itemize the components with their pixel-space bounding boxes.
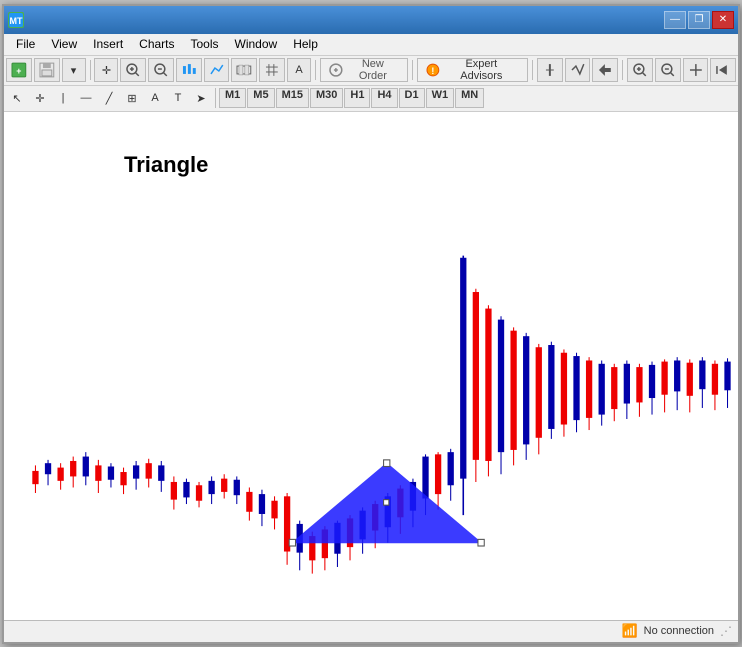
separator-1 bbox=[90, 60, 91, 80]
resize-handle: ⋰ bbox=[720, 624, 732, 638]
timeframe-m15[interactable]: M15 bbox=[276, 88, 309, 108]
trend-line-tool[interactable]: ╱ bbox=[98, 87, 120, 109]
new-order-label: New Order bbox=[347, 58, 399, 82]
auto-scroll-button[interactable]: A bbox=[287, 58, 311, 82]
chart-area[interactable]: Triangle bbox=[4, 112, 738, 620]
text-tool[interactable]: A bbox=[144, 87, 166, 109]
crosshair-button[interactable]: ✛ bbox=[94, 58, 118, 82]
minimize-button[interactable]: — bbox=[664, 11, 686, 29]
toolbar-main: + ▾ ✛ A New Order bbox=[4, 56, 738, 86]
arrow-tool[interactable]: ➤ bbox=[190, 87, 212, 109]
select-tool[interactable]: ↖ bbox=[6, 87, 28, 109]
toolbar-drawing: ↖ ✛ | — ╱ ⊞ A T ➤ M1 M5 M15 M30 H1 H4 D1… bbox=[4, 86, 738, 112]
vertical-line-tool[interactable]: | bbox=[52, 87, 74, 109]
tick-button[interactable] bbox=[565, 58, 591, 82]
scroll-end-button[interactable] bbox=[710, 58, 736, 82]
history-button[interactable] bbox=[683, 58, 709, 82]
grid-button[interactable] bbox=[259, 58, 285, 82]
separator-3 bbox=[412, 60, 413, 80]
zoom-in-button[interactable] bbox=[120, 58, 146, 82]
connection-status: No connection bbox=[644, 625, 714, 637]
chart-svg bbox=[4, 112, 738, 620]
magnify-minus-button[interactable] bbox=[655, 58, 681, 82]
menu-insert[interactable]: Insert bbox=[85, 35, 131, 53]
horizontal-line-tool[interactable]: — bbox=[75, 87, 97, 109]
timeframe-m5[interactable]: M5 bbox=[247, 88, 274, 108]
zoom-out-button[interactable] bbox=[148, 58, 174, 82]
separator-draw bbox=[215, 88, 216, 108]
save-button[interactable] bbox=[34, 58, 60, 82]
arrow-left-button[interactable] bbox=[592, 58, 618, 82]
expert-advisors-button[interactable]: ! Expert Advisors bbox=[417, 58, 528, 82]
timeframe-m1[interactable]: M1 bbox=[219, 88, 246, 108]
svg-text:MT: MT bbox=[10, 16, 23, 26]
menu-file[interactable]: File bbox=[8, 35, 43, 53]
timeframe-d1[interactable]: D1 bbox=[399, 88, 425, 108]
line-chart-button[interactable] bbox=[204, 58, 230, 82]
status-bar: 📶 No connection ⋰ bbox=[4, 620, 738, 642]
window-controls: — ❐ ✕ bbox=[664, 11, 734, 29]
timeframe-mn[interactable]: MN bbox=[455, 88, 484, 108]
restore-button[interactable]: ❐ bbox=[688, 11, 710, 29]
title-bar-left: MT bbox=[8, 12, 24, 28]
title-bar: MT — ❐ ✕ bbox=[4, 6, 738, 34]
timeframe-h1[interactable]: H1 bbox=[344, 88, 370, 108]
crosshair-tool[interactable]: ✛ bbox=[29, 87, 51, 109]
svg-text:!: ! bbox=[431, 66, 434, 76]
signal-icon: 📶 bbox=[621, 623, 637, 639]
chart-type-button[interactable] bbox=[176, 58, 202, 82]
expert-advisors-label: Expert Advisors bbox=[444, 58, 519, 82]
dropdown-arrow[interactable]: ▾ bbox=[62, 58, 86, 82]
menu-tools[interactable]: Tools bbox=[183, 35, 227, 53]
timeframe-w1[interactable]: W1 bbox=[426, 88, 455, 108]
separator-5 bbox=[622, 60, 623, 80]
period-sep-button[interactable] bbox=[231, 58, 257, 82]
close-button[interactable]: ✕ bbox=[712, 11, 734, 29]
magnify-plus-button[interactable] bbox=[627, 58, 653, 82]
menu-view[interactable]: View bbox=[43, 35, 85, 53]
svg-text:+: + bbox=[16, 66, 21, 76]
menu-window[interactable]: Window bbox=[227, 35, 286, 53]
timeframe-h4[interactable]: H4 bbox=[371, 88, 397, 108]
menu-bar: File View Insert Charts Tools Window Hel… bbox=[4, 34, 738, 56]
chart-title: Triangle bbox=[124, 152, 208, 178]
separator-2 bbox=[315, 60, 316, 80]
text-label-tool[interactable]: T bbox=[167, 87, 189, 109]
gann-tool[interactable]: ⊞ bbox=[121, 87, 143, 109]
new-order-button[interactable]: New Order bbox=[320, 58, 408, 82]
separator-4 bbox=[532, 60, 533, 80]
timeframe-m30[interactable]: M30 bbox=[310, 88, 343, 108]
app-icon: MT bbox=[8, 12, 24, 28]
period-button[interactable] bbox=[537, 58, 563, 82]
menu-help[interactable]: Help bbox=[285, 35, 326, 53]
menu-charts[interactable]: Charts bbox=[131, 35, 182, 53]
main-window: MT — ❐ ✕ File View Insert Charts Tools W… bbox=[2, 4, 740, 644]
new-chart-button[interactable]: + bbox=[6, 58, 32, 82]
